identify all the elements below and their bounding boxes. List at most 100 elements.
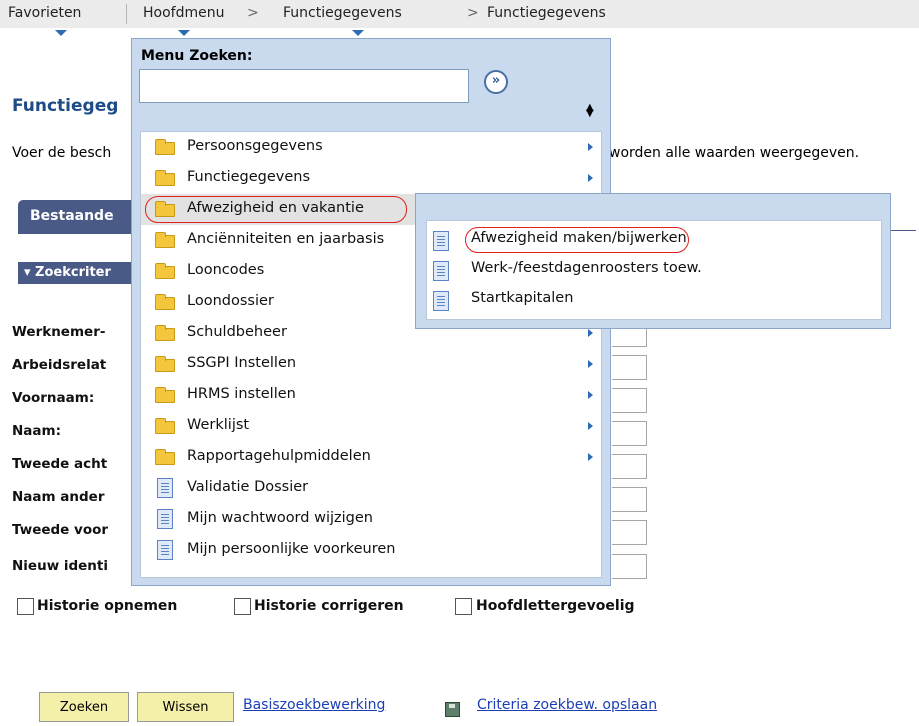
folder-icon [155, 418, 175, 434]
menu-item-label: Werklijst [187, 417, 250, 433]
case-sensitive-checkbox[interactable] [455, 598, 472, 615]
menu-item-label: SSGPI Instellen [187, 355, 297, 371]
breadcrumb-functiegegevens-1[interactable]: Functiegegevens [283, 5, 402, 21]
field-label-alternate-name: Naam ander [12, 489, 105, 505]
submenu-arrow-icon [588, 391, 593, 399]
submenu-arrow-icon [588, 329, 593, 337]
absence-submenu: Afwezigheid maken/bijwerken Werk-/feestd… [415, 193, 891, 329]
history-include-label: Historie opnemen [37, 598, 178, 614]
document-icon [157, 540, 173, 560]
history-include-checkbox[interactable] [17, 598, 34, 615]
menu-item-label: Persoonsgegevens [187, 138, 323, 154]
menu-item-ssgpi-instellen[interactable]: SSGPI Instellen [141, 349, 601, 380]
folder-icon [155, 170, 175, 186]
tab-existing-value[interactable]: Bestaande [18, 200, 138, 234]
folder-icon [155, 294, 175, 310]
search-criteria-header[interactable]: ▾ Zoekcriter [18, 262, 138, 284]
menu-item-label: Looncodes [187, 262, 265, 278]
case-sensitive-label: Hoofdlettergevoelig [476, 598, 635, 614]
field-label-employee-id: Werknemer- [12, 324, 106, 340]
double-chevron-right-icon[interactable]: » [484, 70, 508, 94]
field-label-employment-record: Arbeidsrelat [12, 357, 107, 373]
menu-item-label: Mijn persoonlijke voorkeuren [187, 541, 396, 557]
document-icon [433, 231, 449, 251]
save-icon[interactable] [445, 702, 460, 717]
menu-item-label: Functiegegevens [187, 169, 311, 185]
folder-icon [155, 387, 175, 403]
highlight-outline [145, 196, 407, 223]
main-menu-dropdown-icon[interactable] [178, 30, 190, 36]
menu-search-input[interactable] [139, 69, 469, 103]
submenu-item-startkapitalen[interactable]: Startkapitalen [427, 286, 881, 316]
page-description: Voer de besch [12, 145, 112, 161]
field-label-last-name: Naam: [12, 423, 61, 439]
history-correct-checkbox[interactable] [234, 598, 251, 615]
folder-icon [155, 232, 175, 248]
clear-button[interactable]: Wissen [137, 692, 234, 722]
submenu-arrow-icon [588, 422, 593, 430]
nav-divider [126, 4, 127, 24]
field-label-first-name: Voornaam: [12, 390, 95, 406]
sort-icon[interactable]: ▲ ▼ [586, 103, 594, 119]
submenu-list: Afwezigheid maken/bijwerken Werk-/feestd… [426, 220, 882, 320]
menu-item-werklijst[interactable]: Werklijst [141, 411, 601, 442]
submenu-item-werk-feestdagenroosters[interactable]: Werk-/feestdagenroosters toew. [427, 256, 881, 286]
submenu-item-label: Werk-/feestdagenroosters toew. [471, 260, 702, 276]
submenu-item-label: Startkapitalen [471, 290, 574, 306]
alternate-name-input[interactable] [612, 487, 647, 512]
submenu-arrow-icon [588, 143, 593, 151]
favorites-menu[interactable]: Favorieten [8, 5, 81, 21]
document-icon [157, 478, 173, 498]
highlight-outline [465, 227, 689, 253]
submenu-arrow-icon [588, 174, 593, 182]
folder-icon [155, 139, 175, 155]
search-button[interactable]: Zoeken [39, 692, 129, 722]
save-search-criteria-link[interactable]: Criteria zoekbew. opslaan [477, 697, 657, 713]
new-identity-input[interactable] [612, 554, 647, 579]
folder-icon [155, 263, 175, 279]
breadcrumb-separator: > [247, 5, 259, 21]
menu-item-label: Validatie Dossier [187, 479, 309, 495]
breadcrumb-dropdown-icon[interactable] [352, 30, 364, 36]
document-icon [157, 509, 173, 529]
document-icon [433, 261, 449, 281]
field-label-second-first-name: Tweede voor [12, 522, 109, 538]
menu-item-label: Mijn wachtwoord wijzigen [187, 510, 373, 526]
folder-icon [155, 356, 175, 372]
menu-search-label: Menu Zoeken: [141, 48, 253, 64]
menu-item-persoonlijke-voorkeuren[interactable]: Mijn persoonlijke voorkeuren [141, 535, 601, 566]
field-label-second-last-name: Tweede acht [12, 456, 108, 472]
menu-item-label: Loondossier [187, 293, 274, 309]
second-first-name-input[interactable] [612, 520, 647, 545]
search-options-row: Historie opnemen Historie corrigeren Hoo… [0, 598, 919, 620]
field-label-new-identity: Nieuw identi [12, 558, 109, 574]
menu-item-label: Schuldbeheer [187, 324, 287, 340]
document-icon [433, 291, 449, 311]
page-description-continued: worden alle waarden weergegeven. [609, 145, 860, 161]
menu-item-rapportagehulpmiddelen[interactable]: Rapportagehulpmiddelen [141, 442, 601, 473]
menu-item-wachtwoord-wijzigen[interactable]: Mijn wachtwoord wijzigen [141, 504, 601, 535]
breadcrumb-functiegegevens-2[interactable]: Functiegegevens [487, 5, 606, 21]
menu-item-persoonsgegevens[interactable]: Persoonsgegevens [141, 132, 601, 163]
page-title: Functiegeg [12, 96, 119, 116]
submenu-arrow-icon [588, 360, 593, 368]
menu-item-validatie-dossier[interactable]: Validatie Dossier [141, 473, 601, 504]
favorites-dropdown-icon[interactable] [55, 30, 67, 36]
submenu-arrow-icon [588, 453, 593, 461]
last-name-input[interactable] [612, 421, 647, 446]
breadcrumb-separator: > [467, 5, 479, 21]
folder-icon [155, 449, 175, 465]
menu-item-label: HRMS instellen [187, 386, 296, 402]
basic-search-link[interactable]: Basiszoekbewerking [243, 697, 385, 713]
top-navigation-bar: Favorieten Hoofdmenu > Functiegegevens >… [0, 0, 919, 28]
first-name-input[interactable] [612, 388, 647, 413]
menu-item-functiegegevens[interactable]: Functiegegevens [141, 163, 601, 194]
folder-icon [155, 325, 175, 341]
menu-item-hrms-instellen[interactable]: HRMS instellen [141, 380, 601, 411]
history-correct-label: Historie corrigeren [254, 598, 404, 614]
main-menu[interactable]: Hoofdmenu [139, 5, 228, 21]
submenu-item-afwezigheid-maken[interactable]: Afwezigheid maken/bijwerken [427, 226, 881, 256]
menu-item-label: Rapportagehulpmiddelen [187, 448, 371, 464]
second-last-name-input[interactable] [612, 454, 647, 479]
employment-record-input[interactable] [612, 355, 647, 380]
